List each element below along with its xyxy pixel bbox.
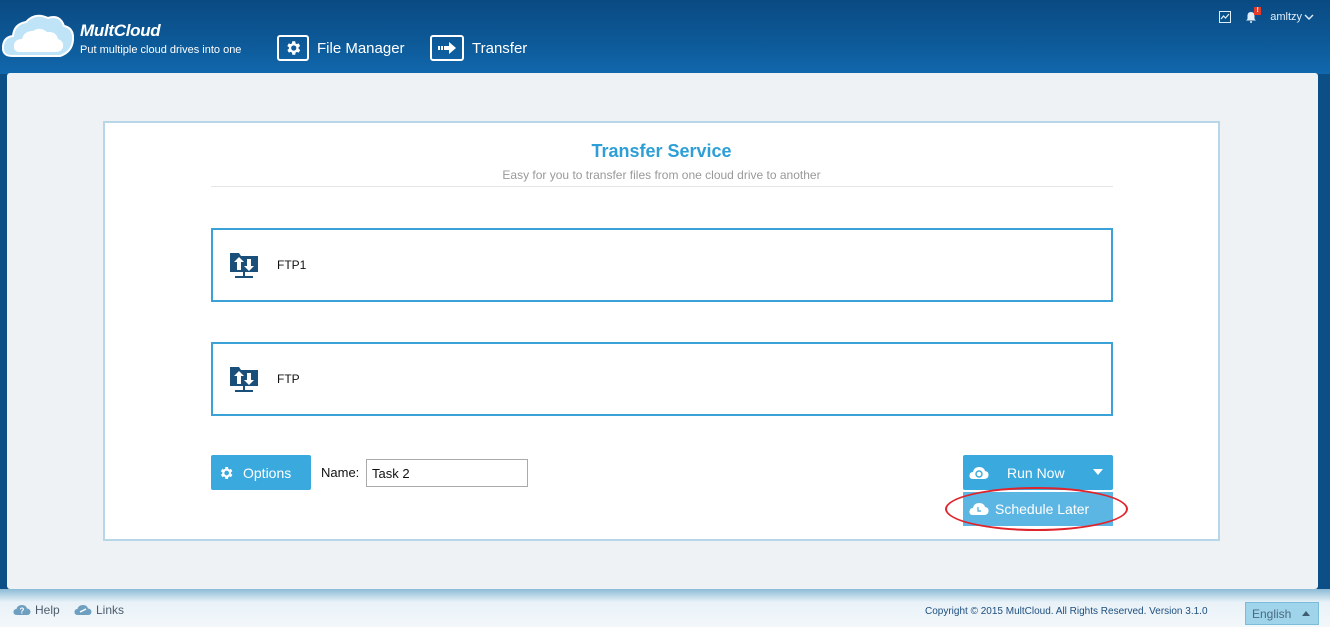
- help-cloud-icon: ?: [13, 605, 31, 616]
- caret-up-icon: [1302, 611, 1310, 616]
- cloud-schedule-icon: [969, 503, 989, 515]
- run-now-button[interactable]: Run Now: [963, 455, 1113, 490]
- link-cloud-icon: [74, 605, 92, 615]
- links-label: Links: [96, 603, 125, 617]
- schedule-later-button[interactable]: Schedule Later: [963, 492, 1113, 526]
- run-now-label: Run Now: [1007, 464, 1065, 481]
- gear-icon: [277, 35, 309, 61]
- logo-tagline: Put multiple cloud drives into one: [80, 44, 242, 56]
- ftp-folder-icon: [230, 367, 258, 392]
- svg-text:?: ?: [20, 607, 25, 616]
- ftp-folder-icon: [230, 253, 258, 278]
- notification-badge: !: [1254, 7, 1262, 15]
- source-drive-label: FTP1: [277, 258, 307, 272]
- options-label: Options: [243, 464, 292, 481]
- username: amltzy: [1270, 11, 1302, 23]
- chevron-down-icon: [1304, 14, 1314, 20]
- help-link[interactable]: ? Help: [13, 603, 60, 617]
- language-value: English: [1252, 606, 1292, 621]
- top-header: MultCloud Put multiple cloud drives into…: [0, 0, 1330, 74]
- run-dropdown-caret-icon[interactable]: [1093, 469, 1103, 475]
- gear-icon: [220, 466, 233, 479]
- page-subtitle: Easy for you to transfer files from one …: [502, 168, 821, 182]
- activity-monitor-icon[interactable]: [1218, 10, 1232, 24]
- divider: [211, 186, 1113, 187]
- cloud-run-icon: [969, 466, 989, 479]
- page-title: Transfer Service: [591, 141, 732, 161]
- target-drive-selector[interactable]: FTP: [211, 342, 1113, 416]
- nav-transfer-label: Transfer: [472, 39, 528, 57]
- target-drive-label: FTP: [277, 372, 300, 386]
- multcloud-logo-icon[interactable]: [2, 10, 74, 62]
- main-panel: Transfer Service Easy for you to transfe…: [7, 73, 1318, 589]
- footer: ? Help Links Copyright © 2015 MultCloud.…: [0, 589, 1330, 627]
- logo-title[interactable]: MultCloud: [80, 21, 161, 41]
- transfer-service-card: Transfer Service Easy for you to transfe…: [103, 121, 1220, 541]
- links-link[interactable]: Links: [74, 603, 124, 617]
- schedule-later-label: Schedule Later: [995, 501, 1090, 517]
- notification-bell-icon[interactable]: !: [1244, 7, 1262, 24]
- nav-file-manager[interactable]: File Manager: [277, 33, 405, 63]
- user-area: ! amltzy: [1218, 7, 1314, 24]
- source-drive-selector[interactable]: FTP1: [211, 228, 1113, 302]
- language-select[interactable]: English: [1245, 602, 1319, 625]
- nav-transfer[interactable]: Transfer: [430, 33, 527, 63]
- copyright-text: Copyright © 2015 MultCloud. All Rights R…: [925, 606, 1208, 617]
- user-menu[interactable]: amltzy: [1270, 11, 1314, 23]
- task-name-input[interactable]: [366, 459, 528, 487]
- arrow-right-icon: [430, 35, 464, 61]
- nav-file-manager-label: File Manager: [317, 39, 405, 57]
- help-label: Help: [35, 603, 60, 617]
- options-button[interactable]: Options: [211, 455, 311, 490]
- task-name-label: Name:: [321, 465, 360, 480]
